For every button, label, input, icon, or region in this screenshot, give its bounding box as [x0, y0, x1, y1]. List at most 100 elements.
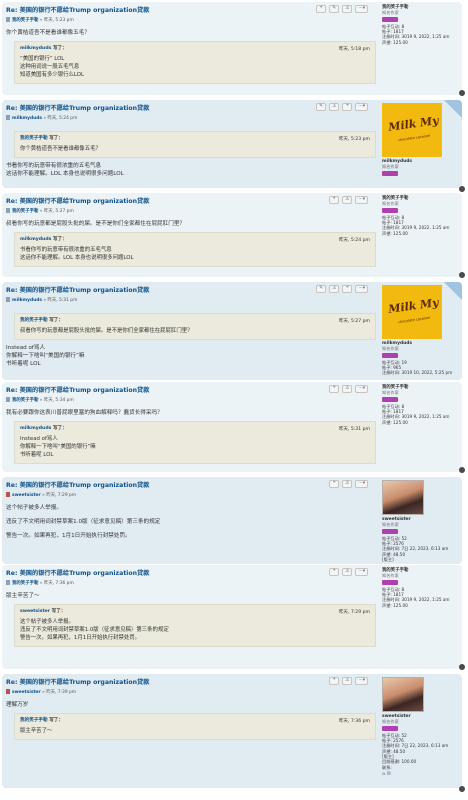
- more-button[interactable]: ···▾: [355, 677, 368, 685]
- more-button[interactable]: ···▾: [355, 196, 368, 204]
- back-to-top-icon[interactable]: [459, 664, 465, 670]
- quote-author[interactable]: 我的笑子手勒: [20, 718, 48, 723]
- quote-block: milkmyduds 写了： 昨天, 5:31 pm Instead of骂人 …: [14, 421, 376, 464]
- edit-button[interactable]: ✎: [316, 285, 327, 293]
- post-author[interactable]: sweetsister: [12, 690, 41, 695]
- post-title[interactable]: Re: 美国的银行不愿给Trump organization贷款: [6, 568, 376, 577]
- avatar[interactable]: Milk My Duds chocolate caramel: [382, 285, 442, 339]
- back-to-top-icon[interactable]: [459, 186, 465, 192]
- edit-button[interactable]: ✎: [329, 5, 340, 13]
- quote-button[interactable]: ❝: [342, 285, 353, 293]
- post-author-line: sweetsister » 昨天, 7:29 pm: [6, 492, 376, 498]
- post-title[interactable]: Re: 美国的银行不愿给Trump organization贷款: [6, 480, 376, 489]
- message-icon[interactable]: ✉: [387, 771, 391, 777]
- quote-button[interactable]: ❝: [329, 480, 340, 488]
- quote-author[interactable]: sweetsister: [20, 609, 50, 614]
- quote-line: 警告一次。如果再犯，1月1日开始执行封禁处罚。: [20, 635, 141, 641]
- content-line: 书看你写的玩意带有很浓重的五毛气息: [6, 163, 102, 169]
- post-date: » 昨天, 7:39 pm: [42, 690, 77, 695]
- post-date: » 昨天, 5:24 pm: [43, 116, 78, 121]
- quote-header: 我的笑子手勒 写了：: [20, 717, 370, 725]
- post-content: 理解万岁: [6, 701, 376, 709]
- post-body: Re: 美国的银行不愿给Trump organization贷款 我的笑子手勒 …: [6, 385, 376, 468]
- avatar[interactable]: Milk My Duds chocolate caramel: [382, 103, 442, 157]
- content-line: 我有必要跟你这表川普屁眼里塞的狗血解释吗？蠢货长得采吗？: [6, 410, 163, 416]
- more-button[interactable]: ···▾: [355, 385, 368, 393]
- quote-said: 写了：: [49, 718, 63, 723]
- content-line: 警告一次。如果再犯，1月1日开始执行封禁处罚。: [6, 533, 131, 539]
- post-author[interactable]: milkmyduds: [12, 298, 42, 303]
- post-date: » 昨天, 7:29 pm: [42, 493, 77, 498]
- more-button[interactable]: ···▾: [355, 5, 368, 13]
- more-button[interactable]: ···▾: [355, 285, 368, 293]
- home-icon[interactable]: ⌂: [382, 771, 385, 777]
- report-button[interactable]: ⚠: [342, 480, 353, 488]
- report-button[interactable]: ⚠: [342, 5, 353, 13]
- back-to-top-icon[interactable]: [459, 786, 465, 792]
- content-line: 这话你不能理解。LOL 本身也说明很多问题LOL: [6, 171, 124, 177]
- post-author[interactable]: 我的笑子手勒: [12, 18, 38, 23]
- contact-icons: ⌂ ✉: [382, 771, 460, 777]
- post-author[interactable]: sweetsister: [12, 493, 41, 498]
- report-button[interactable]: ⚠: [342, 196, 353, 204]
- post-author[interactable]: 我的笑子手勒: [12, 581, 38, 586]
- quote-line: Instead of骂人: [20, 436, 58, 442]
- content-line: 版主辛苦了～: [6, 593, 40, 599]
- profile-line: 注册时间: 3019 9, 2022, 1:25 am: [382, 597, 450, 603]
- profile-line: 注册时间: 7日 22, 2023, 6:13 am: [382, 743, 449, 749]
- rank-badge-icon: [382, 725, 398, 731]
- post-author[interactable]: milkmyduds: [12, 116, 42, 121]
- rank-badge-icon: [382, 396, 398, 402]
- edit-button[interactable]: ✎: [316, 103, 327, 111]
- avatar[interactable]: [382, 480, 424, 515]
- quote-button[interactable]: ❝: [329, 385, 340, 393]
- post-author-line: milkmyduds » 昨天, 5:31 pm: [6, 297, 376, 303]
- report-button[interactable]: ⚠: [342, 677, 353, 685]
- back-to-top-icon[interactable]: [459, 272, 465, 278]
- quote-date: 昨天, 7:36 pm: [338, 719, 370, 724]
- quote-button[interactable]: ❝: [329, 677, 340, 685]
- quote-line: 版主辛苦了～: [20, 728, 53, 734]
- avatar[interactable]: [382, 677, 424, 712]
- more-button[interactable]: ···▾: [355, 103, 368, 111]
- post-icon: [6, 208, 10, 213]
- quote-button[interactable]: ❝: [329, 568, 340, 576]
- report-button[interactable]: ⚠: [329, 285, 340, 293]
- quote-author[interactable]: 我的笑子手勒: [20, 318, 48, 323]
- more-button[interactable]: ···▾: [355, 480, 368, 488]
- profile-line: 注册时间: 3019 10, 2022, 5:25 pm: [382, 370, 453, 376]
- quote-said: 写了：: [52, 426, 67, 431]
- profile-line: 注册时间: 3019 9, 2022, 1:25 am: [382, 225, 450, 231]
- post-author-line: 我的笑子手勒 » 昨天, 7:36 pm: [6, 580, 376, 586]
- quote-author[interactable]: milkmyduds: [20, 237, 51, 242]
- content-line: 理解万岁: [6, 702, 29, 708]
- post-author[interactable]: 我的笑子手勒: [12, 209, 38, 214]
- post-author-line: sweetsister » 昨天, 7:39 pm: [6, 689, 376, 695]
- quote-author[interactable]: 我的笑子手勒: [20, 136, 48, 141]
- back-to-top-icon[interactable]: [459, 467, 465, 473]
- post-buttons: ❝ ⚠ ···▾: [329, 677, 368, 685]
- more-button[interactable]: ···▾: [355, 568, 368, 576]
- post: Re: 美国的银行不愿给Trump organization贷款 milkmyd…: [2, 100, 462, 188]
- post-title[interactable]: Re: 美国的银行不愿给Trump organization贷款: [6, 677, 376, 686]
- post-title[interactable]: Re: 美国的银行不愿给Trump organization贷款: [6, 196, 376, 205]
- quote-author[interactable]: milkmyduds: [20, 46, 51, 51]
- report-button[interactable]: ⚠: [342, 568, 353, 576]
- profile-line: 声望: 125.00: [382, 39, 408, 45]
- post-title[interactable]: Re: 美国的银行不愿给Trump organization贷款: [6, 385, 376, 394]
- profile-rank: 知名作家: [382, 10, 399, 16]
- quote-button[interactable]: ❝: [316, 5, 327, 13]
- quote-button[interactable]: ❝: [329, 196, 340, 204]
- post-author[interactable]: 我的笑子手勒: [12, 398, 38, 403]
- quote-author[interactable]: milkmyduds: [20, 426, 51, 431]
- back-to-top-icon[interactable]: [459, 90, 465, 96]
- rank-badge-icon: [382, 207, 398, 213]
- quote-button[interactable]: ❝: [342, 103, 353, 111]
- post-content: 叔看你写的玩意都是屁股头批的屎。是不是你们全家都住在屁屁肛门里？: [6, 220, 376, 228]
- post-content: 我有必要跟你这表川普屁眼里塞的狗血解释吗？蠢货长得采吗？: [6, 409, 376, 417]
- quote-block: 我的笑子手勒 写了： 昨天, 5:23 pm 你个黄桔道吾不是看谁都像五毛？: [14, 131, 376, 158]
- report-button[interactable]: ⚠: [342, 385, 353, 393]
- post-buttons: ❝ ⚠ ···▾: [329, 385, 368, 393]
- report-button[interactable]: ⚠: [329, 103, 340, 111]
- profile-rank: 知名作家: [382, 522, 399, 528]
